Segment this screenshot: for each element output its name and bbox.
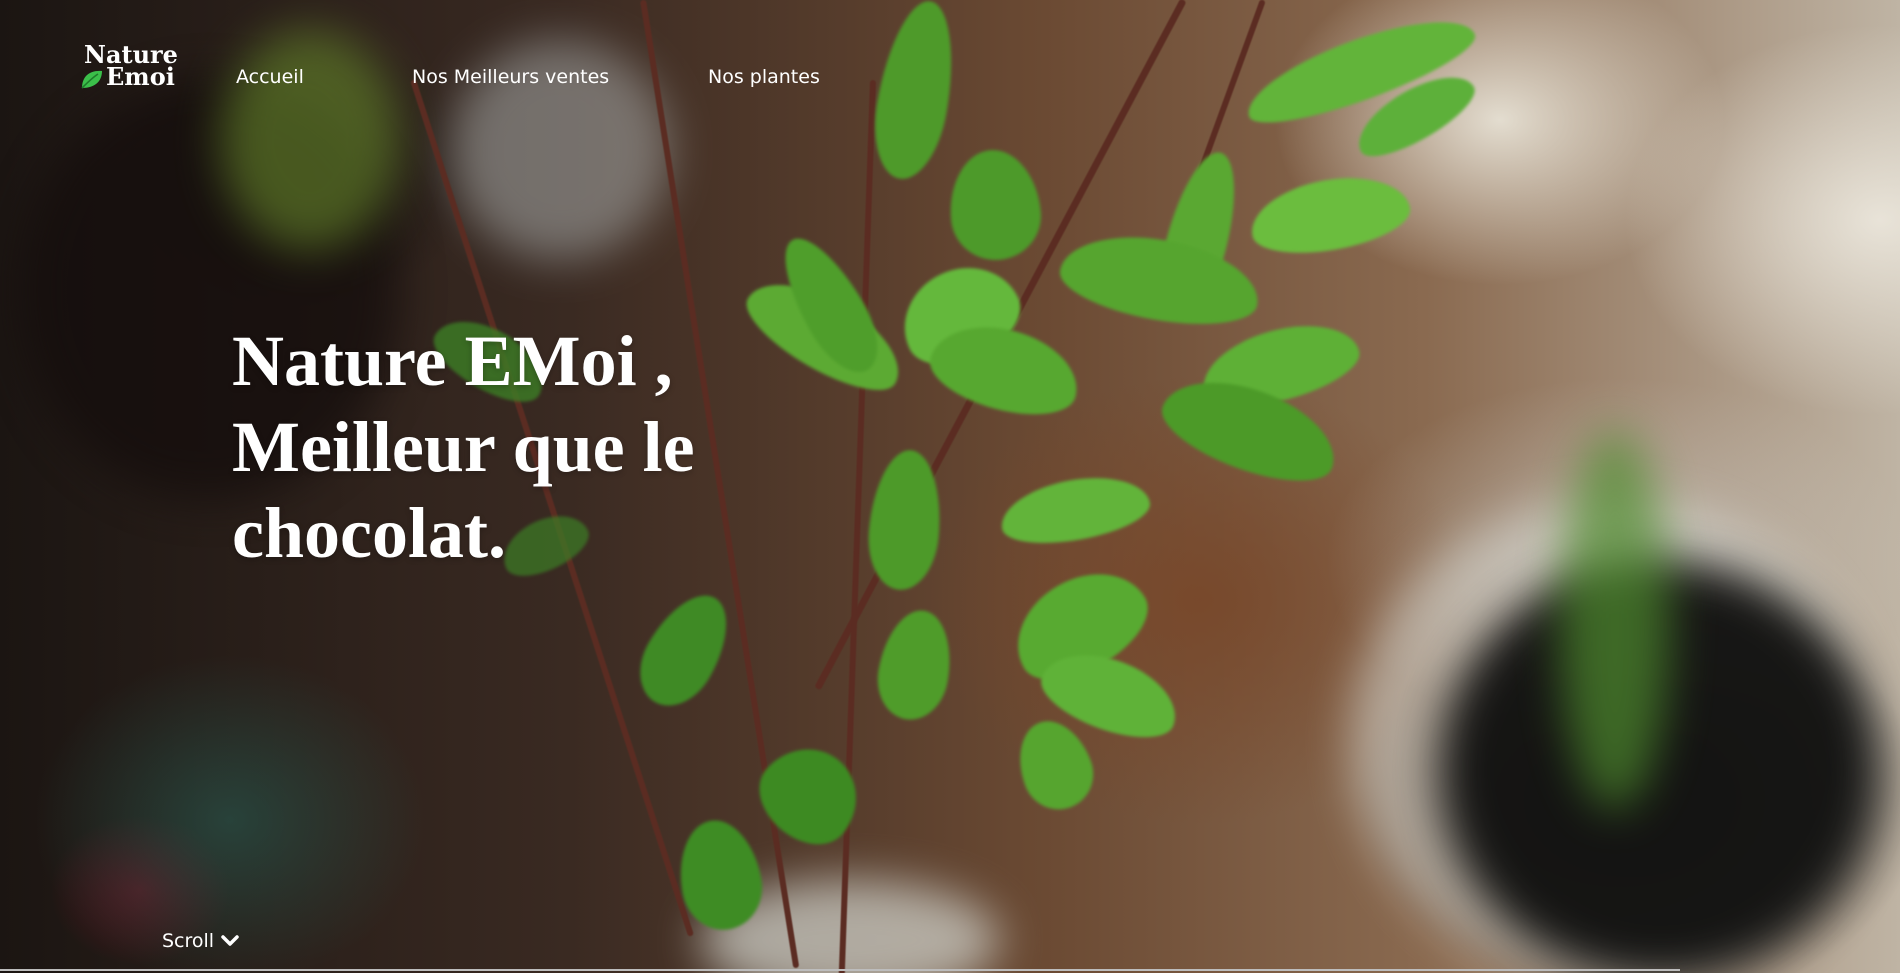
brand-line-2: Emoi [106, 62, 175, 91]
chevron-down-icon [221, 935, 239, 946]
hero-headline: Nature EMoi , Meilleur que le chocolat. [232, 321, 695, 573]
nav-item-accueil[interactable]: Accueil [236, 66, 304, 88]
brand-logo[interactable]: Nature Emoi [80, 43, 180, 94]
leaf [945, 146, 1045, 264]
leaf [1006, 710, 1104, 820]
nav-item-plants[interactable]: Nos plantes [708, 66, 820, 88]
blur-green-right [1560, 430, 1670, 810]
leaf [995, 467, 1155, 553]
leaf [870, 604, 960, 726]
leaf [1245, 166, 1415, 264]
nav-item-best-sellers[interactable]: Nos Meilleurs ventes [412, 66, 609, 88]
leaf-icon [81, 70, 102, 89]
leaf [624, 580, 746, 720]
leaf [1054, 223, 1266, 337]
scroll-label: Scroll [162, 930, 215, 952]
top-navigation: Nature Emoi Accueil Nos Meilleurs ventes… [0, 0, 1900, 140]
page-bottom-divider [0, 969, 1680, 971]
scroll-button[interactable]: Scroll [162, 930, 240, 952]
